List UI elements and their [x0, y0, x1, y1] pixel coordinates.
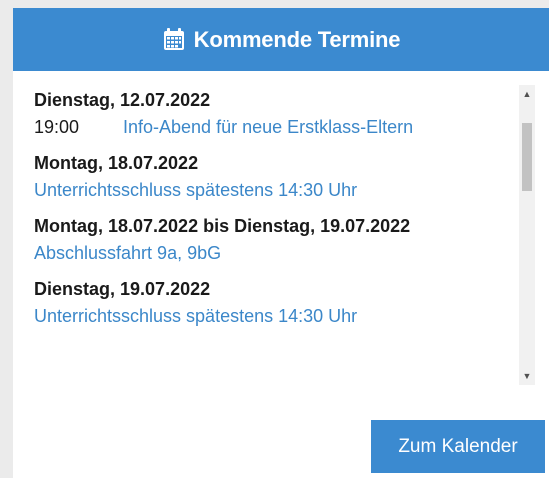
event-link[interactable]: Info-Abend für neue Erstklass-Eltern	[123, 116, 413, 138]
widget-title: Kommende Termine	[193, 26, 401, 52]
scroll-up-arrow-icon[interactable]: ▲	[519, 87, 535, 101]
event-item: Dienstag, 19.07.2022 Unterrichtsschluss …	[34, 278, 504, 327]
events-list[interactable]: Dienstag, 12.07.2022 19:00 Info-Abend fü…	[13, 71, 549, 393]
event-date: Dienstag, 19.07.2022	[34, 279, 211, 299]
event-time: 19:00	[34, 117, 80, 137]
event-item: Montag, 18.07.2022 Unterrichtsschluss sp…	[34, 152, 504, 201]
event-date: Dienstag, 12.07.2022	[34, 90, 211, 110]
scrollbar-thumb[interactable]	[522, 123, 532, 191]
to-calendar-button[interactable]: Zum Kalender	[371, 420, 545, 473]
vertical-scrollbar[interactable]: ▲ ▼	[519, 85, 535, 385]
calendar-icon	[162, 27, 186, 51]
event-date: Montag, 18.07.2022 bis Dienstag, 19.07.2…	[34, 216, 411, 236]
upcoming-events-widget: Kommende Termine Dienstag, 12.07.2022 19…	[13, 8, 549, 478]
event-link[interactable]: Unterrichtsschluss spätestens 14:30 Uhr	[34, 305, 357, 327]
event-date: Montag, 18.07.2022	[34, 153, 199, 173]
event-link[interactable]: Unterrichtsschluss spätestens 14:30 Uhr	[34, 179, 357, 201]
event-item: Montag, 18.07.2022 bis Dienstag, 19.07.2…	[34, 215, 504, 264]
event-item: Dienstag, 12.07.2022 19:00 Info-Abend fü…	[34, 89, 504, 138]
event-link[interactable]: Abschlussfahrt 9a, 9bG	[34, 242, 221, 264]
scroll-down-arrow-icon[interactable]: ▼	[519, 369, 535, 383]
widget-header: Kommende Termine	[13, 8, 549, 71]
